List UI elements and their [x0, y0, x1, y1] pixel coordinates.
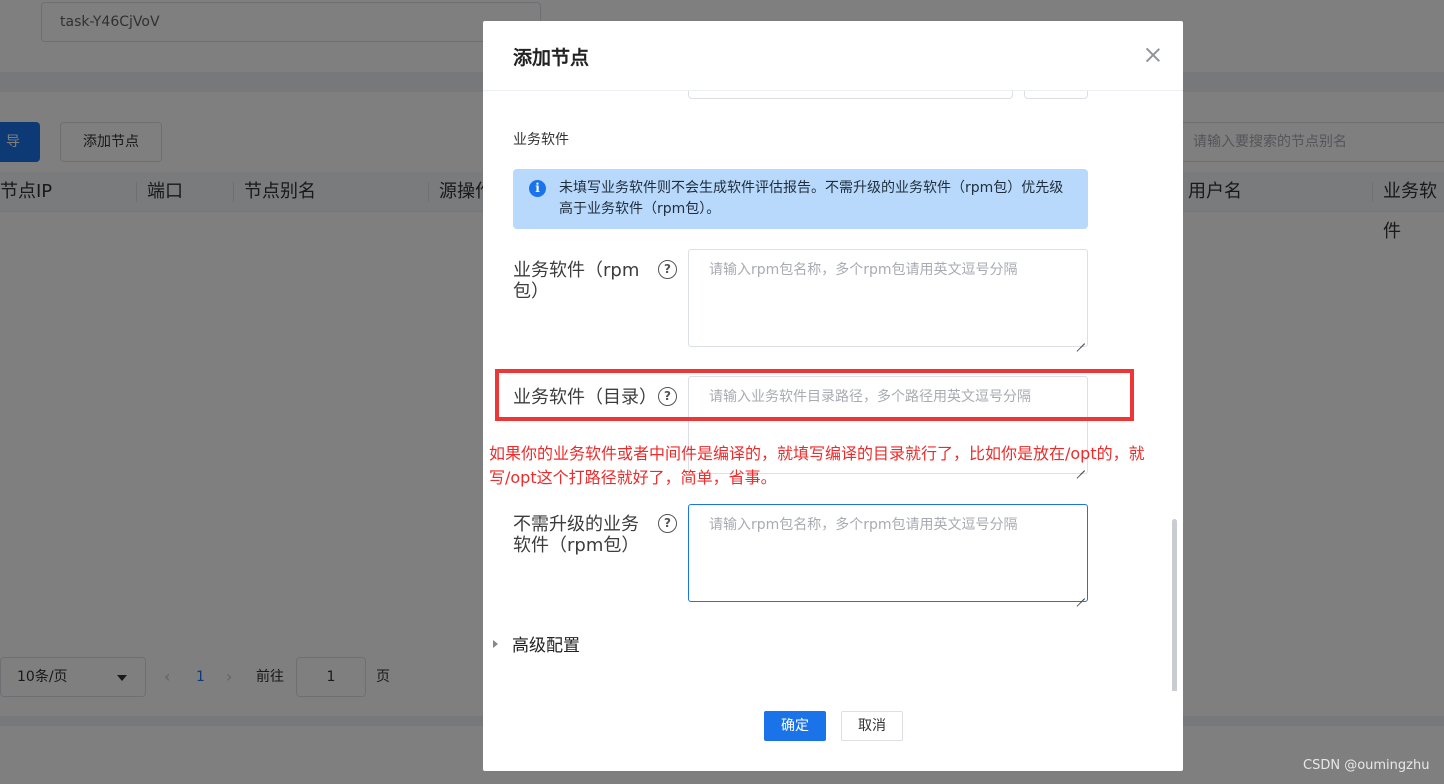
advanced-config-toggle[interactable]: 高级配置	[493, 631, 580, 656]
resize-handle-icon[interactable]	[1076, 335, 1085, 344]
cancel-button[interactable]: 取消	[841, 711, 903, 741]
dialog-title: 添加节点	[513, 47, 590, 69]
rpm-package-placeholder: 请输入rpm包名称，多个rpm包请用英文逗号分隔	[709, 262, 1018, 278]
caret-right-icon	[493, 640, 498, 648]
field-label-no-upgrade: 不需升级的业务软件（rpm包）	[513, 514, 640, 556]
confirm-button[interactable]: 确定	[764, 711, 826, 741]
no-upgrade-rpm-placeholder: 请输入rpm包名称，多个rpm包请用英文逗号分隔	[709, 517, 1018, 533]
info-icon: i	[529, 180, 546, 197]
advanced-config-label: 高级配置	[512, 636, 580, 656]
field-label-rpm: 业务软件（rpm包）	[513, 260, 640, 302]
annotation-note: 如果你的业务软件或者中间件是编译的，就填写编译的目录就行了，比如你是放在/opt…	[489, 444, 1145, 487]
partial-input-field[interactable]	[1024, 91, 1088, 99]
section-title: 业务软件	[513, 132, 569, 148]
annotation-highlight-box	[495, 369, 1134, 421]
help-icon[interactable]: ?	[658, 514, 677, 533]
watermark: CSDN @oumingzhu	[1303, 758, 1430, 773]
help-icon[interactable]: ?	[658, 260, 677, 279]
dialog-scrollbar[interactable]	[1172, 519, 1177, 691]
dialog-body: 业务软件 i 未填写业务软件则不会生成软件评估报告。不需升级的业务软件（rpm包…	[483, 91, 1183, 691]
resize-handle-icon[interactable]	[1076, 590, 1085, 599]
info-alert: i 未填写业务软件则不会生成软件评估报告。不需升级的业务软件（rpm包）优先级高…	[513, 169, 1088, 229]
add-node-dialog: 添加节点 业务软件 i 未填写业务软件则不会生成软件评估报告。不需升级的业务软件…	[483, 21, 1183, 771]
close-icon[interactable]	[1143, 45, 1163, 65]
partial-input-field[interactable]	[688, 91, 1013, 99]
dialog-header: 添加节点	[483, 21, 1183, 91]
rpm-package-textarea[interactable]: 请输入rpm包名称，多个rpm包请用英文逗号分隔	[688, 249, 1088, 347]
no-upgrade-rpm-textarea[interactable]: 请输入rpm包名称，多个rpm包请用英文逗号分隔	[688, 504, 1088, 602]
dialog-footer: 确定 取消	[483, 691, 1183, 771]
info-alert-text: 未填写业务软件则不会生成软件评估报告。不需升级的业务软件（rpm包）优先级高于业…	[559, 180, 1064, 217]
